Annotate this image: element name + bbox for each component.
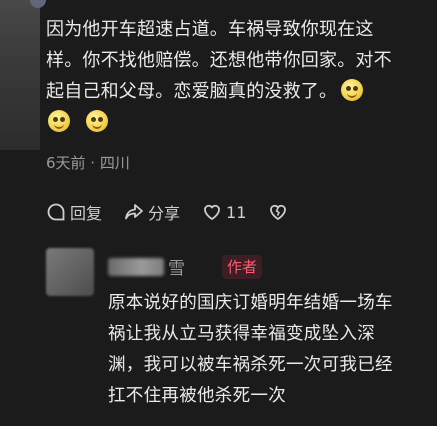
- reply-author-name[interactable]: 雪: [168, 254, 185, 279]
- share-label: 分享: [148, 204, 181, 223]
- heart-icon: [204, 204, 220, 220]
- reply-avatar[interactable]: [46, 248, 94, 296]
- reply-button[interactable]: 回复: [46, 200, 102, 224]
- commenter-avatar[interactable]: [0, 0, 46, 150]
- comment-line: 样。你不找他赔偿。还想他带你回家。对不: [46, 50, 392, 71]
- reply-line: 祸让我从立马获得幸福变成坠入深: [108, 324, 375, 344]
- comment-line: 起自己和父母。恋爱脑真的没救了。: [46, 76, 428, 107]
- comment-meta: 6天前 · 四川: [46, 154, 130, 172]
- like-count: 11: [226, 202, 247, 222]
- comment-line-text: 起自己和父母。恋爱脑真的没救了。: [46, 81, 338, 102]
- avatar-badge: [30, 0, 46, 8]
- reply-line: 原本说好的国庆订婚明年结婚一场车: [108, 293, 393, 313]
- smile-emoji-icon: [86, 110, 108, 132]
- dislike-button[interactable]: [268, 202, 292, 222]
- reply-line: 渊，我可以被车祸杀死一次可我已经: [108, 355, 393, 375]
- author-badge: 作者: [222, 255, 263, 279]
- reply-author-name-blurred: [108, 258, 164, 276]
- reply-line: 扛不住再被他杀死一次: [108, 386, 286, 406]
- comment-actions: 回复 分享 11: [46, 200, 314, 224]
- smile-emoji-icon: [341, 79, 364, 101]
- like-button[interactable]: 11: [202, 202, 246, 222]
- share-button[interactable]: 分享: [124, 200, 180, 224]
- broken-heart-icon: [270, 204, 287, 220]
- share-icon: [125, 204, 143, 220]
- reply-text: 原本说好的国庆订婚明年结婚一场车 祸让我从立马获得幸福变成坠入深 渊，我可以被车…: [108, 288, 428, 412]
- reply-icon: [47, 203, 65, 221]
- comment-text: 因为他开车超速占道。车祸导致你现在这 样。你不找他赔偿。还想他带你回家。对不 起…: [46, 14, 428, 138]
- reply-label: 回复: [70, 204, 103, 223]
- comment-line: [46, 107, 428, 138]
- smile-emoji-icon: [48, 110, 70, 132]
- comment-line: 因为他开车超速占道。车祸导致你现在这: [46, 19, 374, 40]
